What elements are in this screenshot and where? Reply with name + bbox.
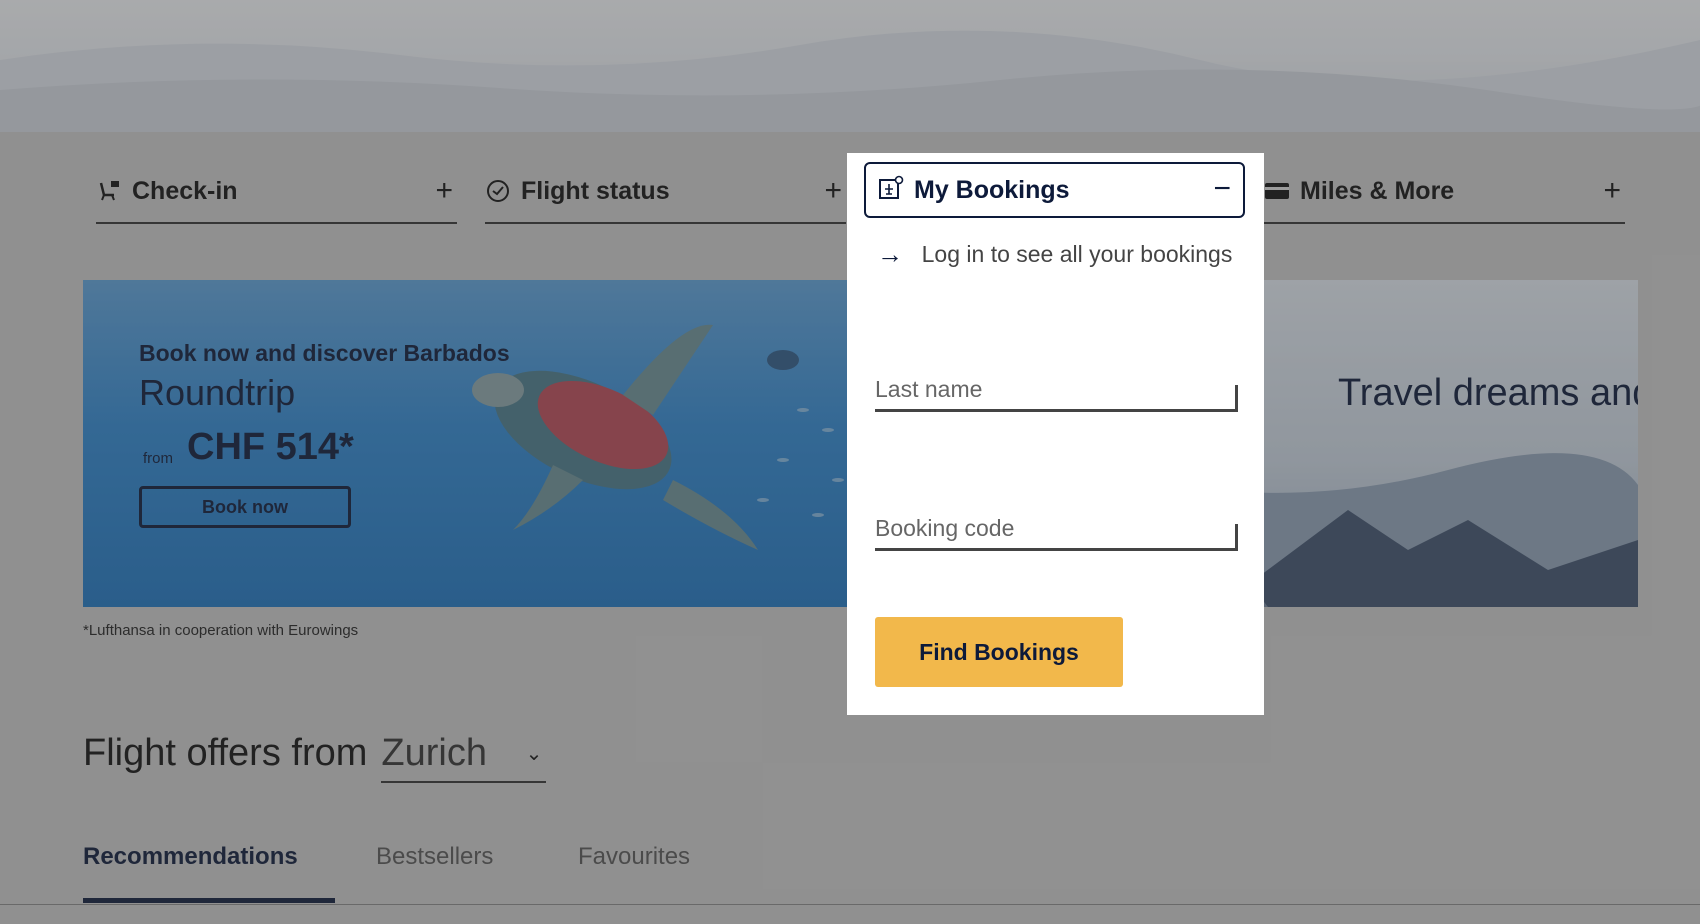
booking-code-field-wrapper	[875, 509, 1238, 551]
tab-my-bookings[interactable]: My Bookings −	[864, 162, 1245, 218]
login-link[interactable]: → Log in to see all your bookings	[877, 237, 1247, 271]
last-name-field-wrapper	[875, 370, 1238, 412]
find-bookings-button[interactable]: Find Bookings	[875, 617, 1123, 687]
arrow-right-icon: →	[877, 238, 903, 269]
booking-code-input[interactable]	[875, 509, 1238, 547]
my-bookings-title: My Bookings	[914, 175, 1070, 204]
login-text: Log in to see all your bookings	[921, 241, 1233, 267]
my-bookings-panel: My Bookings − → Log in to see all your b…	[847, 153, 1264, 715]
booking-icon	[878, 175, 904, 206]
last-name-input[interactable]	[875, 370, 1238, 408]
collapse-minus-icon[interactable]: −	[1213, 174, 1231, 204]
